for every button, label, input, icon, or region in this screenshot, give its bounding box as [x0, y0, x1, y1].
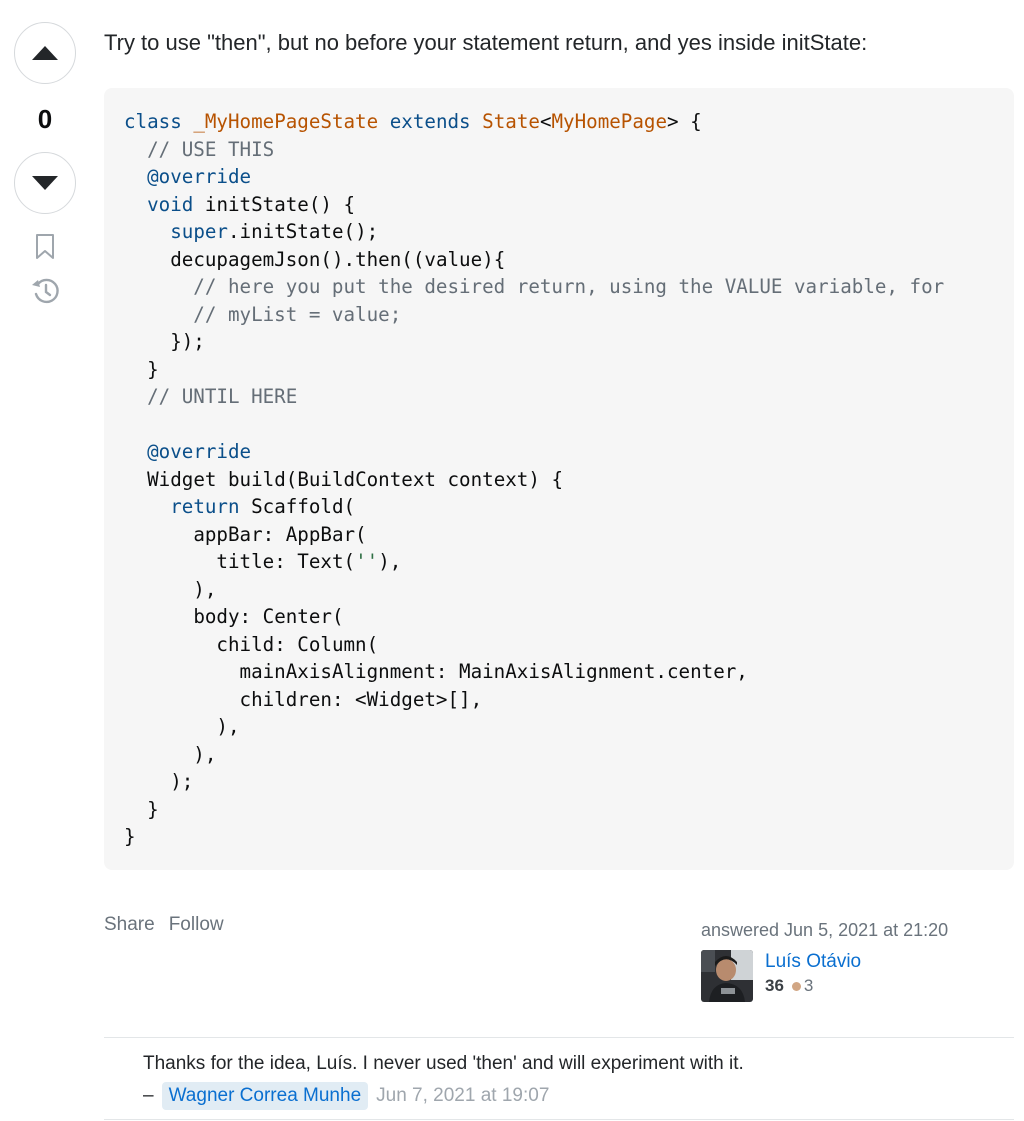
code-line: // UNTIL HERE — [124, 385, 297, 408]
reputation-score: 36 — [765, 976, 784, 995]
code-keyword: void — [147, 192, 194, 216]
code-line: } — [124, 357, 159, 381]
user-info: Luís Otávio 36 3 — [701, 950, 1001, 1002]
bookmark-icon — [36, 234, 54, 259]
answered-timestamp[interactable]: answered Jun 5, 2021 at 21:20 — [701, 918, 1001, 942]
user-avatar-image — [701, 950, 753, 1002]
code-line: // here you put the desired return, usin… — [124, 275, 944, 298]
code-string: '' — [355, 550, 379, 573]
code-line: }); — [124, 330, 205, 353]
user-card: answered Jun 5, 2021 at 21:20 Luís Otávi… — [701, 918, 1001, 1002]
code-line: @override — [124, 165, 251, 188]
code: class _MyHomePageState extends State<MyH… — [104, 88, 1014, 851]
code-line: @override — [124, 440, 251, 463]
code-line: body: Center( — [193, 605, 344, 628]
code-keyword: extends — [389, 110, 471, 133]
code-type: State — [482, 110, 540, 133]
bronze-badge-count: 3 — [803, 976, 814, 995]
code-annotation: @override — [147, 165, 252, 188]
code-line: appBar: AppBar( — [193, 522, 367, 546]
code-line: mainAxisAlignment: MainAxisAlignment.cen… — [239, 660, 748, 683]
code-line: super.initState(); — [170, 220, 379, 243]
follow-link[interactable]: Follow — [169, 914, 224, 936]
history-icon — [32, 278, 59, 304]
code-block: class _MyHomePageState extends State<MyH… — [104, 88, 1014, 870]
upvote-button[interactable] — [14, 22, 76, 84]
share-link[interactable]: Share — [104, 914, 155, 936]
code-line: // USE THIS — [124, 138, 274, 161]
code-line: void initState() { — [147, 192, 356, 216]
comment-dash: – — [143, 1085, 154, 1106]
bookmark-button[interactable] — [35, 234, 55, 260]
triangle-up-icon — [32, 46, 58, 60]
code-line: children: <Widget>[], — [239, 687, 483, 711]
triangle-down-icon — [32, 176, 58, 190]
comment-user-link[interactable]: Wagner Correa Munhe — [161, 1082, 369, 1110]
vote-column: 0 — [12, 22, 78, 306]
code-comment: // here you put the desired return, usin… — [124, 275, 945, 298]
comment-text: Thanks for the idea, Luís. I never used … — [143, 1053, 744, 1074]
comments-list: Thanks for the idea, Luís. I never used … — [104, 1037, 1014, 1120]
code-comment: // USE THIS — [124, 137, 275, 161]
code-type: _MyHomePageState — [193, 110, 379, 133]
code-comment: // myList = value; — [124, 302, 402, 326]
vote-score: 0 — [37, 104, 53, 134]
code-line: ), — [124, 577, 217, 601]
code-keyword: super — [170, 220, 228, 243]
code-keyword: class — [124, 110, 182, 133]
user-reputation: 36 3 — [765, 974, 861, 998]
comment: Thanks for the idea, Luís. I never used … — [104, 1038, 1014, 1120]
comment-date[interactable]: Jun 7, 2021 at 19:07 — [376, 1082, 549, 1110]
code-keyword: return — [170, 495, 240, 518]
comment-meta: – Wagner Correa Munhe Jun 7, 2021 at 19:… — [143, 1082, 1014, 1110]
avatar[interactable] — [701, 950, 753, 1002]
user-name-link[interactable]: Luís Otávio — [765, 950, 861, 974]
code-type: MyHomePage — [551, 110, 668, 133]
code-line: ), — [124, 742, 217, 766]
code-line: decupagemJson().then((value){ — [170, 247, 506, 271]
code-line: title: Text(''), — [216, 550, 402, 573]
code-comment: // UNTIL HERE — [124, 385, 298, 408]
downvote-button[interactable] — [14, 152, 76, 214]
answer-intro: Try to use "then", but no before your st… — [104, 30, 868, 55]
code-line: Widget build(BuildContext context) { — [147, 467, 564, 491]
bronze-badge-icon — [791, 981, 801, 991]
code-line: } — [124, 825, 136, 848]
code-line: } — [124, 797, 159, 821]
code-line: class _MyHomePageState extends State<MyH… — [124, 110, 702, 133]
code-line: child: Column( — [216, 632, 379, 656]
user-details: Luís Otávio 36 3 — [765, 950, 861, 1002]
code-line: // myList = value; — [124, 303, 401, 326]
code-line: ), — [124, 715, 240, 738]
history-button[interactable] — [29, 276, 61, 306]
post-menu: Share Follow — [104, 914, 224, 936]
code-line: return Scaffold( — [170, 495, 356, 518]
code-annotation: @override — [147, 440, 252, 463]
code-line: ); — [124, 770, 194, 793]
